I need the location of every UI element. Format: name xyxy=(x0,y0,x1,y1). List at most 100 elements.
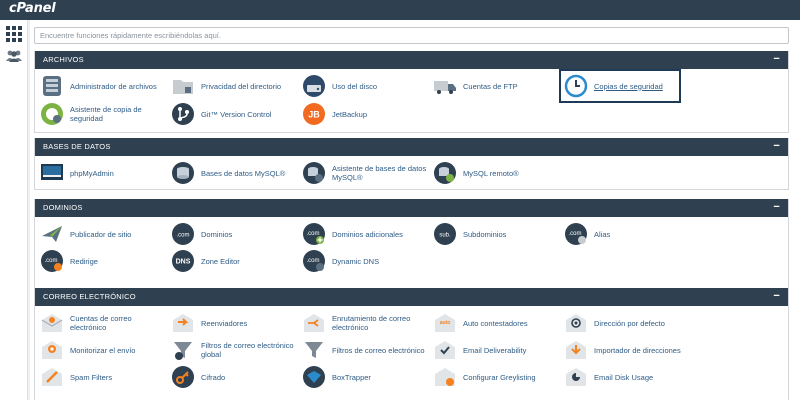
default-address-icon xyxy=(566,314,586,332)
item-asistente-copia[interactable]: Asistente de copia de seguridad xyxy=(40,101,150,127)
panel-header-dominios[interactable]: DOMINIOS − xyxy=(35,199,788,217)
cpanel-logo[interactable]: cPanel xyxy=(9,1,56,16)
item-bases-datos-mysql[interactable]: Bases de datos MySQL® xyxy=(171,160,296,186)
item-label: Email Disk Usage xyxy=(594,372,654,382)
item-publicador-sitio[interactable]: Publicador de sitio xyxy=(40,221,158,247)
item-label: Email Deliverability xyxy=(463,345,527,355)
item-label: Filtros de correo electrónico xyxy=(332,345,425,355)
global-email-filter-icon xyxy=(174,342,192,360)
com-text: .com xyxy=(306,231,319,237)
item-privacidad-directorio[interactable]: Privacidad del directorio xyxy=(171,73,296,99)
collapse-button[interactable]: − xyxy=(773,288,780,305)
item-phpmyadmin[interactable]: phpMyAdmin xyxy=(40,160,158,186)
item-label: Uso del disco xyxy=(332,81,378,91)
collapse-button[interactable]: − xyxy=(773,199,780,216)
item-label: Privacidad del directorio xyxy=(201,81,282,91)
item-direccion-defecto[interactable]: Dirección por defecto xyxy=(564,310,694,336)
item-label: Copias de seguridad xyxy=(594,81,663,91)
collapse-button[interactable]: − xyxy=(773,138,780,155)
item-zone-editor[interactable]: DNS Zone Editor xyxy=(171,248,296,274)
item-label: Spam Filters xyxy=(70,372,113,382)
search-input[interactable] xyxy=(34,27,789,44)
collapse-button[interactable]: − xyxy=(773,51,780,68)
item-label: Enrutamiento de correo electrónico xyxy=(332,314,411,332)
subdomains-icon: sub. xyxy=(434,223,456,245)
item-auto-contestadores[interactable]: auto Auto contestadores xyxy=(433,310,551,336)
sub-text: sub. xyxy=(439,233,451,239)
database-wizard-icon xyxy=(303,162,325,184)
ftp-truck-icon xyxy=(434,81,456,94)
item-cuentas-correo[interactable]: Cuentas de correo electrónico xyxy=(40,310,158,336)
item-label: JetBackup xyxy=(332,109,368,119)
item-label: Publicador de sitio xyxy=(70,229,132,239)
com-text: .com xyxy=(176,233,189,239)
com-text: .com xyxy=(568,231,581,237)
panel-title: DOMINIOS xyxy=(43,203,83,212)
item-label: MySQL remoto® xyxy=(463,168,519,178)
item-cifrado[interactable]: Cifrado xyxy=(171,364,296,390)
main-content: ARCHIVOS − Administrador de archivos Pri… xyxy=(30,20,800,400)
item-label: Dominios adicionales xyxy=(332,229,403,239)
item-git-version-control[interactable]: Git™ Version Control xyxy=(171,101,296,127)
panel-title: ARCHIVOS xyxy=(43,55,84,64)
panel-title: CORREO ELECTRÓNICO xyxy=(43,292,136,301)
item-greylisting[interactable]: Configurar Greylisting xyxy=(433,364,551,390)
item-filtros-correo[interactable]: Filtros de correo electrónico xyxy=(302,337,432,363)
panel-dominios: DOMINIOS − Publicador de sitio .com Domi… xyxy=(34,199,789,300)
backup-clock-icon xyxy=(564,74,588,98)
email-disk-usage-icon xyxy=(566,368,586,386)
item-label: Configurar Greylisting xyxy=(463,372,536,382)
item-subdominios[interactable]: sub. Subdominios xyxy=(433,221,551,247)
item-copias-seguridad[interactable]: Copias de seguridad xyxy=(559,69,681,103)
file-manager-icon xyxy=(43,76,61,96)
item-label: Importador de direcciones xyxy=(594,345,681,355)
deliverability-icon xyxy=(435,341,455,359)
item-filtros-global[interactable]: Filtros de correo electrónico global xyxy=(171,337,296,363)
item-label: Monitorizar el envío xyxy=(70,345,136,355)
users-icon[interactable] xyxy=(5,49,23,65)
top-bar: cPanel xyxy=(0,0,800,20)
item-alias[interactable]: .com Alias xyxy=(564,221,682,247)
item-label: Reenviadores xyxy=(201,318,248,328)
item-dynamic-dns[interactable]: .com Dynamic DNS xyxy=(302,248,420,274)
left-sidebar xyxy=(0,20,28,400)
panel-archivos: ARCHIVOS − Administrador de archivos Pri… xyxy=(34,51,789,133)
item-boxtrapper[interactable]: BoxTrapper xyxy=(302,364,420,390)
item-asistente-bases-datos[interactable]: Asistente de bases de datos MySQL® xyxy=(302,160,427,186)
domains-com-icon: .com xyxy=(172,223,194,245)
item-administrador-archivos[interactable]: Administrador de archivos xyxy=(40,73,158,99)
item-redirige[interactable]: .com Redirige xyxy=(40,248,158,274)
item-email-deliverability[interactable]: Email Deliverability xyxy=(433,337,551,363)
email-accounts-icon xyxy=(41,314,63,332)
item-label: Dominios xyxy=(201,229,233,239)
item-label: Administrador de archivos xyxy=(70,81,157,91)
panel-header-correo[interactable]: CORREO ELECTRÓNICO − xyxy=(35,288,788,306)
item-label: Subdominios xyxy=(463,229,507,239)
item-jetbackup[interactable]: JB JetBackup xyxy=(302,101,420,127)
item-monitorizar-envio[interactable]: Monitorizar el envío xyxy=(40,337,158,363)
item-label: Filtros de correo electrónico global xyxy=(201,341,294,359)
jetbackup-icon-text: JB xyxy=(308,110,320,120)
item-label: Zone Editor xyxy=(201,256,240,266)
item-label: Asistente de bases de datos MySQL® xyxy=(332,164,427,182)
item-dominios[interactable]: .com Dominios xyxy=(171,221,296,247)
item-importador-direcciones[interactable]: Importador de direcciones xyxy=(564,337,694,363)
panel-header-bases-datos[interactable]: BASES DE DATOS − xyxy=(35,138,788,156)
item-cuentas-ftp[interactable]: Cuentas de FTP xyxy=(433,73,551,99)
phpmyadmin-icon xyxy=(41,164,63,180)
redirect-icon: .com xyxy=(41,250,63,272)
item-enrutamiento[interactable]: Enrutamiento de correo electrónico xyxy=(302,310,427,336)
item-spam-filters[interactable]: Spam Filters xyxy=(40,364,158,390)
item-dominios-adicionales[interactable]: .com Dominios adicionales xyxy=(302,221,427,247)
panel-header-archivos[interactable]: ARCHIVOS − xyxy=(35,51,788,69)
greylisting-icon xyxy=(435,368,455,386)
item-mysql-remoto[interactable]: MySQL remoto® xyxy=(433,160,551,186)
auto-text: auto xyxy=(440,320,451,326)
item-reenviadores[interactable]: Reenviadores xyxy=(171,310,296,336)
item-label: phpMyAdmin xyxy=(70,168,114,178)
item-uso-disco[interactable]: Uso del disco xyxy=(302,73,420,99)
remote-database-icon xyxy=(434,162,456,184)
apps-grid-icon[interactable] xyxy=(5,26,23,42)
item-label: Cuentas de correo electrónico xyxy=(70,314,132,332)
item-email-disk-usage[interactable]: Email Disk Usage xyxy=(564,364,694,390)
